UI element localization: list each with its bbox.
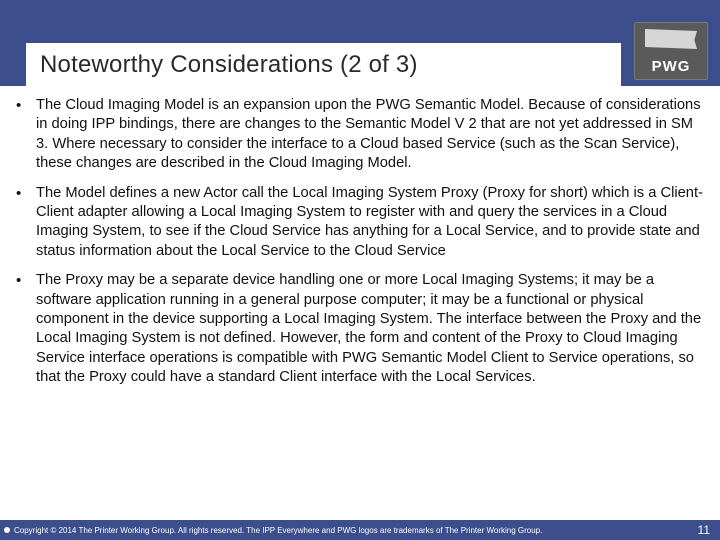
bullet-item: The Model defines a new Actor call the L… bbox=[14, 184, 706, 262]
bullet-item: The Cloud Imaging Model is an expansion … bbox=[14, 96, 706, 174]
bullet-list: The Cloud Imaging Model is an expansion … bbox=[14, 96, 706, 388]
copyright-text: Copyright © 2014 The Printer Working Gro… bbox=[14, 526, 542, 535]
footer-left: Copyright © 2014 The Printer Working Gro… bbox=[4, 526, 542, 535]
footer-bar: Copyright © 2014 The Printer Working Gro… bbox=[0, 520, 720, 540]
footer-dot-icon bbox=[4, 527, 10, 533]
logo-text: PWG bbox=[635, 58, 707, 75]
slide-title: Noteworthy Considerations (2 of 3) bbox=[40, 51, 418, 79]
page-number: 11 bbox=[698, 523, 710, 537]
title-plate: Noteworthy Considerations (2 of 3) bbox=[26, 43, 621, 86]
slide: Noteworthy Considerations (2 of 3) PWG T… bbox=[0, 0, 720, 540]
pwg-logo: PWG bbox=[634, 22, 708, 80]
header-bar: Noteworthy Considerations (2 of 3) PWG bbox=[0, 0, 720, 86]
flag-icon bbox=[645, 29, 697, 49]
bullet-item: The Proxy may be a separate device handl… bbox=[14, 271, 706, 387]
slide-body: The Cloud Imaging Model is an expansion … bbox=[14, 96, 706, 514]
